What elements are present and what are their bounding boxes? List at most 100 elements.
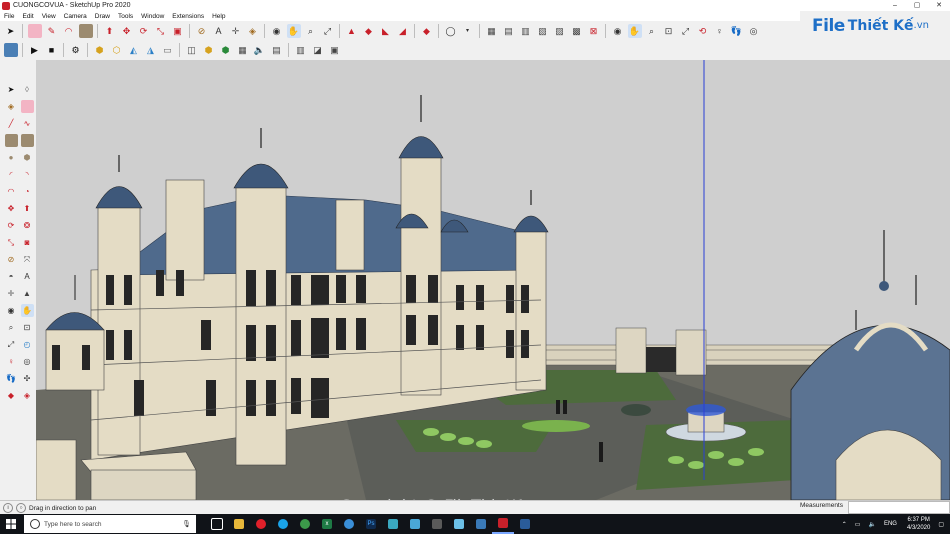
account-dropdown-icon[interactable]: ▾: [461, 24, 475, 38]
extension-left-icon[interactable]: ◈: [21, 389, 34, 402]
eraser-icon[interactable]: [27, 23, 42, 38]
paint-bucket-icon[interactable]: ◈: [246, 24, 260, 38]
microphone-icon[interactable]: 🎙: [182, 520, 191, 528]
3d-viewport[interactable]: [36, 60, 950, 500]
zoom-left-icon[interactable]: ⌕: [5, 321, 18, 334]
select-tool-icon[interactable]: ➤: [4, 24, 18, 38]
follow-me-icon[interactable]: ❂: [21, 219, 34, 232]
circle-icon[interactable]: ●: [5, 151, 18, 164]
stop-animation-icon[interactable]: ■: [45, 43, 59, 57]
menu-window[interactable]: Window: [137, 13, 168, 20]
look-around-icon[interactable]: ◎: [747, 24, 761, 38]
zoom-extents-left-icon[interactable]: ⤢: [5, 338, 18, 351]
orbit-icon-2[interactable]: ◉: [611, 24, 625, 38]
text-left-icon[interactable]: A: [21, 270, 34, 283]
fog-icon[interactable]: ◪: [311, 43, 325, 57]
camera-front-icon[interactable]: ▥: [519, 24, 533, 38]
move-icon[interactable]: ✥: [120, 24, 134, 38]
zoom-window-left-icon[interactable]: ⊡: [21, 321, 34, 334]
tape-measure-icon[interactable]: ⊘: [195, 24, 209, 38]
scale-left-icon[interactable]: ⤡: [5, 236, 18, 249]
shadows-icon[interactable]: ▥: [294, 43, 308, 57]
menu-extensions[interactable]: Extensions: [168, 13, 208, 20]
taskbar-file-explorer[interactable]: [228, 514, 250, 534]
section-left-icon[interactable]: ✣: [21, 372, 34, 385]
menu-camera[interactable]: Camera: [60, 13, 91, 20]
network-icon[interactable]: ▭: [855, 521, 861, 528]
taskbar-photoshop[interactable]: Ps: [360, 514, 382, 534]
taskbar-chrome[interactable]: [294, 514, 316, 534]
position-camera-left-icon[interactable]: ♀: [5, 355, 18, 368]
style-wireframe-icon[interactable]: ⬢: [202, 43, 216, 57]
clock[interactable]: 6:37 PM 4/3/2020: [907, 516, 930, 532]
taskbar-app-12[interactable]: [448, 514, 470, 534]
taskbar-coccoc[interactable]: [338, 514, 360, 534]
pencil-line-icon[interactable]: ✎: [45, 24, 59, 38]
language-indicator[interactable]: ENG: [884, 521, 897, 527]
ruby-console-icon[interactable]: ◆: [420, 24, 434, 38]
account-icon[interactable]: ◯: [444, 24, 458, 38]
camera-top-icon[interactable]: ▤: [502, 24, 516, 38]
camera-left-icon[interactable]: ▩: [570, 24, 584, 38]
arc-left-icon[interactable]: ◜: [5, 168, 18, 181]
three-point-arc-icon[interactable]: ◠: [5, 185, 18, 198]
taskbar-search-box[interactable]: Type here to search 🎙: [24, 515, 196, 533]
menu-file[interactable]: File: [0, 13, 18, 20]
menu-tools[interactable]: Tools: [114, 13, 137, 20]
taskbar-opera[interactable]: [250, 514, 272, 534]
paint-icon[interactable]: ◈: [5, 100, 18, 113]
make-component-icon[interactable]: ◊: [21, 83, 34, 96]
taskbar-app-13[interactable]: [470, 514, 492, 534]
3d-text-icon[interactable]: ▲: [21, 287, 34, 300]
offset-icon[interactable]: ▣: [171, 24, 185, 38]
sandbox-icon[interactable]: ◭: [127, 43, 141, 57]
minimize-button[interactable]: –: [884, 0, 906, 11]
layout-icon[interactable]: ◢: [396, 24, 410, 38]
style-shaded-icon[interactable]: ⬢: [219, 43, 233, 57]
taskbar-skype[interactable]: [272, 514, 294, 534]
zoom-extents-icon-2[interactable]: ⤢: [679, 24, 693, 38]
taskbar-app-10[interactable]: [404, 514, 426, 534]
taskbar-photos[interactable]: [514, 514, 536, 534]
position-camera-icon[interactable]: ♀: [713, 24, 727, 38]
stamp-icon[interactable]: ◮: [144, 43, 158, 57]
look-around-left-icon[interactable]: ◎: [21, 355, 34, 368]
section-plane-icon[interactable]: ⊠: [587, 24, 601, 38]
measurements-input[interactable]: [848, 501, 950, 514]
walk-left-icon[interactable]: 👣: [5, 372, 18, 385]
zoom-extents-icon[interactable]: ⤢: [321, 24, 335, 38]
close-button[interactable]: ✕: [928, 0, 950, 11]
pan-hand-icon-2[interactable]: ✋: [627, 23, 642, 38]
scale-icon[interactable]: ⤡: [154, 24, 168, 38]
polygon-icon[interactable]: ⬢: [21, 151, 34, 164]
outer-shell-icon[interactable]: ⬡: [110, 43, 124, 57]
protractor-icon[interactable]: ◓: [5, 270, 18, 283]
taskbar-sketchup[interactable]: [492, 514, 514, 534]
user-status-icon[interactable]: ○: [16, 503, 26, 513]
orbit-left-icon[interactable]: ◉: [5, 304, 18, 317]
info-icon[interactable]: i: [3, 503, 13, 513]
dimension-icon[interactable]: ⤧: [21, 253, 34, 266]
drape-icon[interactable]: ▭: [161, 43, 175, 57]
move-left-icon[interactable]: ✥: [5, 202, 18, 215]
camera-right-icon[interactable]: ▧: [536, 24, 550, 38]
menu-view[interactable]: View: [38, 13, 60, 20]
task-view-button[interactable]: [206, 514, 228, 534]
tray-chevron-icon[interactable]: ⌃: [842, 521, 847, 528]
components-icon[interactable]: ▣: [328, 43, 342, 57]
menu-draw[interactable]: Draw: [91, 13, 114, 20]
offset-left-icon[interactable]: ◙: [21, 236, 34, 249]
volume-icon[interactable]: 🔈: [868, 521, 875, 528]
camera-back-icon[interactable]: ▨: [553, 24, 567, 38]
zoom-icon-2[interactable]: ⌕: [645, 24, 659, 38]
rectangle-icon[interactable]: [78, 23, 93, 38]
two-point-arc-icon[interactable]: ◝: [21, 168, 34, 181]
tape-left-icon[interactable]: ⊘: [5, 253, 18, 266]
rotated-rect-icon[interactable]: [20, 134, 34, 147]
taskbar-excel[interactable]: x: [316, 514, 338, 534]
style-xray-icon[interactable]: ◫: [185, 43, 199, 57]
rotate-left-icon[interactable]: ⟳: [5, 219, 18, 232]
zoom-icon[interactable]: ⌕: [304, 24, 318, 38]
taskbar-app-9[interactable]: [382, 514, 404, 534]
pie-icon[interactable]: ◔: [21, 185, 34, 198]
